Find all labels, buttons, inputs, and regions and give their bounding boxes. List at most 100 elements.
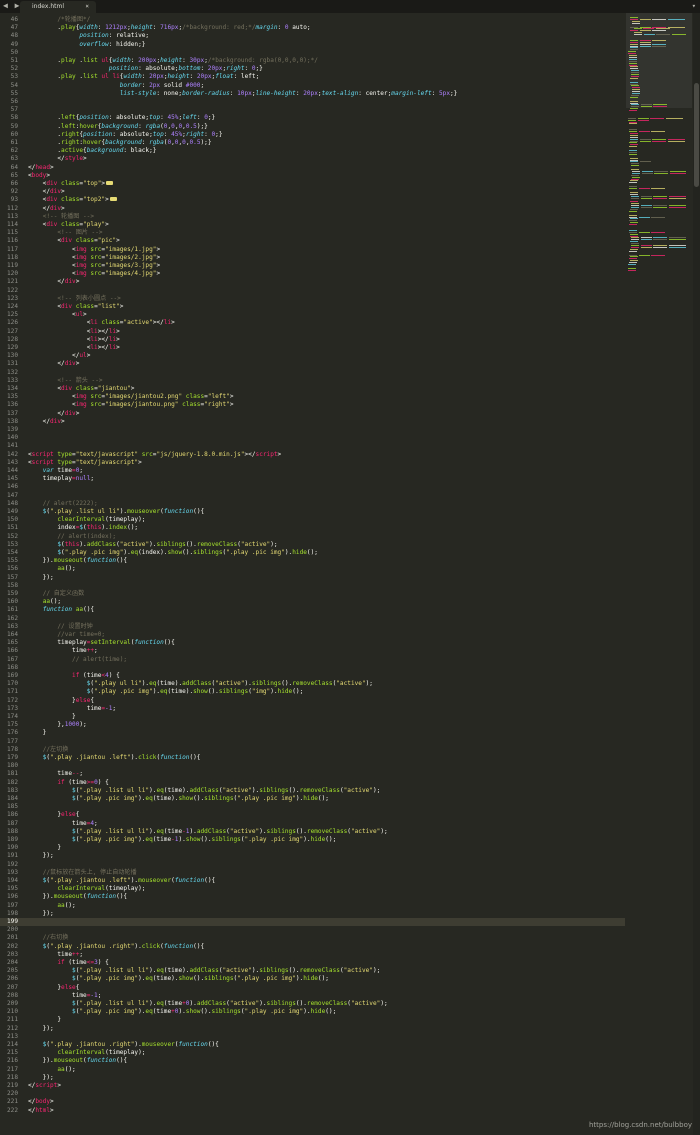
code-line[interactable]: <img src="images/jiantou.png" class="rig… xyxy=(28,401,233,409)
code-line[interactable]: } xyxy=(28,713,76,721)
code-line[interactable]: $(".play .jiantou .left").click(function… xyxy=(28,754,201,762)
code-line[interactable]: aa(); xyxy=(28,902,75,910)
code-line[interactable]: <!-- 列表小圆点 --> xyxy=(28,295,121,303)
code-line[interactable]: <!-- 图片 --> xyxy=(28,229,102,237)
code-line[interactable]: .play .list ul li{width: 20px;height: 20… xyxy=(28,73,259,81)
code-line[interactable]: .left:hover{background: rgba(0,0,0,0.5);… xyxy=(28,123,208,131)
code-line[interactable]: function aa(){ xyxy=(28,606,94,614)
code-line[interactable]: time++; xyxy=(28,951,83,959)
code-line[interactable]: }); xyxy=(28,910,54,918)
code-line[interactable]: index=$(this).index(); xyxy=(28,524,138,532)
code-line[interactable]: <script type="text/javascript" src="js/j… xyxy=(28,451,281,459)
code-line[interactable]: if (time>=0) { xyxy=(28,779,108,787)
code-line[interactable]: }); xyxy=(28,1074,54,1082)
code-line[interactable]: clearInterval(timeplay); xyxy=(28,516,145,524)
code-line[interactable]: if (time<=3) { xyxy=(28,959,108,967)
code-line[interactable]: border: 2px solid #000; xyxy=(28,82,204,90)
tab-index-html[interactable]: index.html × xyxy=(20,1,96,13)
code-line[interactable]: <img src="images/2.jpg"> xyxy=(28,254,160,262)
code-line[interactable]: </head> xyxy=(28,164,54,172)
code-line[interactable]: $(".play .jiantou .right").mouseover(fun… xyxy=(28,1041,219,1049)
code-line[interactable]: <img src="images/1.jpg"> xyxy=(28,246,160,254)
code-line[interactable]: </html> xyxy=(28,1107,54,1115)
code-line[interactable]: // alert(index); xyxy=(28,533,116,541)
code-line[interactable]: }).mouseout(function(){ xyxy=(28,557,127,565)
code-line[interactable]: time=4; xyxy=(28,820,98,828)
code-line[interactable]: </div> xyxy=(28,188,65,196)
code-line[interactable]: }else{ xyxy=(28,984,79,992)
code-editor[interactable]: 46 47 48 49 50 51 52 53 54 55 56 57 58 59 60 61 62 63 64 65… xyxy=(0,13,625,1135)
code-line[interactable]: if (time<4) { xyxy=(28,672,120,680)
code-line[interactable]: $(".play .list ul li").mouseover(functio… xyxy=(28,508,204,516)
code-line[interactable]: //鼠标放在箭头上, 停止自动轮播 xyxy=(28,869,137,877)
code-line[interactable]: <li></li> xyxy=(28,344,120,352)
code-line[interactable]: <!-- 轮播图 --> xyxy=(28,213,94,221)
code-line[interactable]: }); xyxy=(28,574,54,582)
code-line[interactable]: // 自定义函数 xyxy=(28,590,84,598)
code-line[interactable]: time=-1; xyxy=(28,705,116,713)
code-line[interactable]: </div> xyxy=(28,410,79,418)
code-line[interactable]: .right:hover{background: rgba(0,0,0,0.5)… xyxy=(28,139,211,147)
code-line[interactable]: } xyxy=(28,1016,61,1024)
code-line[interactable]: </div> xyxy=(28,278,79,286)
code-line[interactable]: $(".play .pic img").eq(time+0).show().si… xyxy=(28,1008,336,1016)
code-line[interactable]: timeplay=null; xyxy=(28,475,94,483)
code-line[interactable]: $(".play .list ul li").eq(time-1).addCla… xyxy=(28,828,388,836)
code-line[interactable]: time=-1; xyxy=(28,992,101,1000)
code-line[interactable]: }else{ xyxy=(28,811,79,819)
code-line[interactable]: $(".play .pic img").eq(time).show().sibl… xyxy=(28,975,329,983)
code-line[interactable]: $(".play .jiantou .left").mouseover(func… xyxy=(28,877,215,885)
code-line[interactable]: $(".play .pic img").eq(time-1).show().si… xyxy=(28,836,336,844)
chevron-down-icon[interactable]: ▾ xyxy=(692,1,696,11)
code-line[interactable]: } xyxy=(28,729,47,737)
code-line[interactable]: }else{ xyxy=(28,697,94,705)
code-line[interactable]: <div class="list"> xyxy=(28,303,123,311)
code-line[interactable]: .right{position: absolute;top: 45%;right… xyxy=(28,131,222,139)
code-line[interactable]: // alert(2222); xyxy=(28,500,98,508)
code-line[interactable]: }).mouseout(function(){ xyxy=(28,1057,127,1065)
code-line[interactable]: <img src="images/4.jpg"> xyxy=(28,270,160,278)
code-line[interactable]: </div> xyxy=(28,205,65,213)
code-line[interactable]: <body> xyxy=(28,172,50,180)
code-line[interactable]: </div> xyxy=(28,418,65,426)
code-line[interactable]: position: relative; xyxy=(28,32,149,40)
tab-nav-arrows-icon[interactable]: ◀ ▶ xyxy=(3,1,20,11)
code-line[interactable]: aa(); xyxy=(28,565,75,573)
code-line[interactable]: $(".play ul li").eq(time).addClass("acti… xyxy=(28,680,373,688)
code-line[interactable]: .left{position: absolute;top: 45%;left: … xyxy=(28,114,215,122)
code-line[interactable]: // alert(time); xyxy=(28,656,127,664)
code-line[interactable]: <div class="jiantou"> xyxy=(28,385,134,393)
code-line[interactable]: <ul> xyxy=(28,311,87,319)
code-line[interactable]: <img src="images/3.jpg"> xyxy=(28,262,160,270)
code-line[interactable]: /*轮播图*/ xyxy=(28,16,90,24)
code-line[interactable]: $(".play .pic img").eq(index).show().sib… xyxy=(28,549,318,557)
code-line[interactable]: </style> xyxy=(28,155,86,163)
code-line[interactable]: <li></li> xyxy=(28,336,120,344)
code-line[interactable]: $(".play .pic img").eq(time).show().sibl… xyxy=(28,688,304,696)
code-line[interactable]: $(this).addClass("active").siblings().re… xyxy=(28,541,277,549)
code-line[interactable]: overflow: hidden;} xyxy=(28,41,145,49)
code-line[interactable]: //右切换 xyxy=(28,934,69,942)
code-line[interactable]: $(".play .list ul li").eq(time).addClass… xyxy=(28,787,380,795)
code-line[interactable]: </script> xyxy=(28,1082,61,1090)
code-line[interactable]: <img src="images/jiantou2.png" class="le… xyxy=(28,393,233,401)
code-line[interactable]: } xyxy=(28,844,61,852)
code-line[interactable]: </div> xyxy=(28,360,79,368)
code-line[interactable]: </ul> xyxy=(28,352,90,360)
code-line[interactable]: </body> xyxy=(28,1098,54,1106)
code-line[interactable]: time++; xyxy=(28,647,98,655)
code-line[interactable]: var time=0; xyxy=(28,467,83,475)
code-line[interactable]: $(".play .list ul li").eq(time+0).addCla… xyxy=(28,1000,388,1008)
code-line[interactable]: },1000); xyxy=(28,721,86,729)
code-line[interactable]: <div class="pic"> xyxy=(28,237,119,245)
code-line[interactable]: }); xyxy=(28,852,54,860)
code-line[interactable]: $(".play .jiantou .right").click(functio… xyxy=(28,943,204,951)
code-line[interactable]: <li class="active"></li> xyxy=(28,319,175,327)
scrollbar-thumb[interactable] xyxy=(694,83,699,187)
code-line[interactable]: time--; xyxy=(28,770,83,778)
code-line[interactable]: //var time=0; xyxy=(28,631,105,639)
code-line[interactable]: aa(); xyxy=(28,1066,75,1074)
code-line[interactable]: .active{background: black;} xyxy=(28,147,156,155)
vertical-scrollbar[interactable] xyxy=(693,13,700,1135)
code-line[interactable]: // 设置时钟 xyxy=(28,623,92,631)
